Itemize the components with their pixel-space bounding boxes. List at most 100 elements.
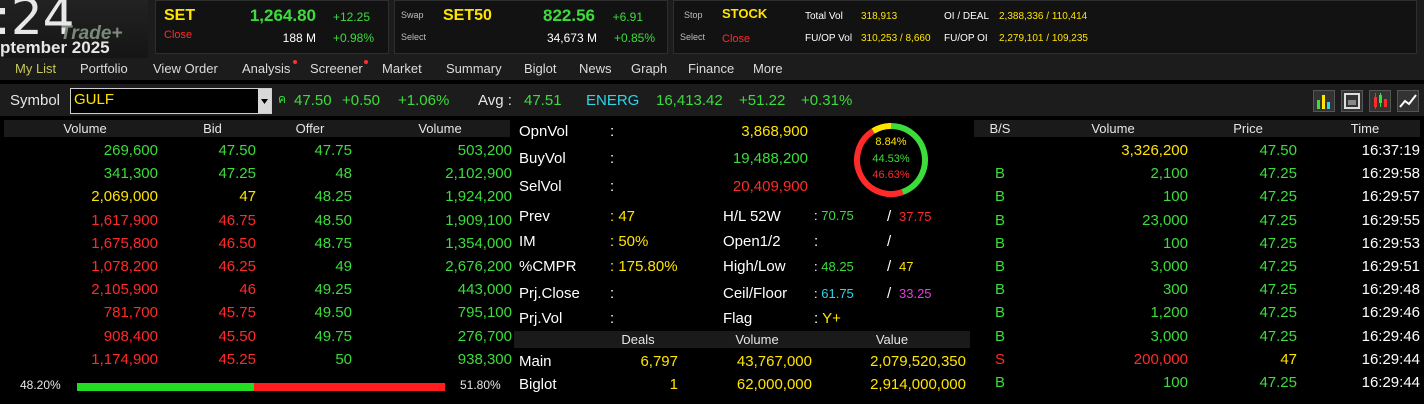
highlow-values: : 48.25 <box>814 259 854 274</box>
tick-side-cell: B <box>994 258 1005 275</box>
bid-volume-cell: 781,700 <box>103 304 158 321</box>
prev-value-row: : 47 <box>610 208 635 225</box>
app-logo: :24 Trade+ ptember 2025 <box>0 0 148 58</box>
menu-news[interactable]: News <box>579 61 612 76</box>
tick-price-cell: 47.25 <box>1259 188 1297 205</box>
menu-summary[interactable]: Summary <box>446 61 502 76</box>
bid-price-cell: 46.25 <box>218 258 256 275</box>
tick-volume-cell: 100 <box>1162 235 1188 252</box>
tick-price-cell: 47.25 <box>1259 258 1297 275</box>
prev-colon: : <box>610 208 615 225</box>
ceilfloor-slash: / <box>887 285 892 302</box>
screener-notification-dot <box>364 60 368 64</box>
tick-price-cell: 47.25 <box>1259 212 1297 229</box>
bid-price-cell: 46.50 <box>218 235 256 252</box>
menu-analysis[interactable]: Analysis <box>242 61 290 76</box>
stock-summary-box[interactable]: Stop Select STOCK Close Total Vol 318,91… <box>673 0 1417 54</box>
tick-time-cell: 16:29:46 <box>1361 304 1420 321</box>
ceilfloor-colon: : <box>814 286 818 301</box>
hl52-values: : 70.75 <box>814 208 854 223</box>
offer-volume-cell: 795,100 <box>457 304 512 321</box>
window-icon[interactable] <box>1341 90 1363 112</box>
tick-volume-cell: 3,000 <box>1150 328 1188 345</box>
tick-volume-cell: 100 <box>1162 374 1188 391</box>
symbol-input[interactable]: GULF <box>70 88 272 114</box>
chevron-down-icon[interactable] <box>258 89 271 113</box>
opnvol-value: 3,868,900 <box>741 123 808 140</box>
set-volume: 188 M <box>282 31 316 45</box>
offer-volume-cell: 503,200 <box>457 142 512 159</box>
set50-change: +6.91 <box>612 10 643 24</box>
bid-price-cell: 45.75 <box>218 304 256 321</box>
set50-index-value: 822.56 <box>543 6 595 25</box>
select-caption: Select <box>401 32 427 42</box>
menu-more[interactable]: More <box>753 61 783 76</box>
tick-price-cell: 47.25 <box>1259 281 1297 298</box>
buyvol-label: BuyVol <box>519 150 566 167</box>
menu-graph[interactable]: Graph <box>631 61 667 76</box>
tick-volume-cell: 3,000 <box>1150 258 1188 275</box>
offer-price-cell: 49.50 <box>314 304 352 321</box>
deals-volume-header: Volume <box>735 332 779 347</box>
menu-market[interactable]: Market <box>382 61 422 76</box>
sector-value: 16,413.42 <box>656 92 723 109</box>
selvol-colon: : <box>610 178 615 195</box>
tick-time-cell: 16:29:44 <box>1361 374 1420 391</box>
set50-index-box[interactable]: Swap Select SET50 822.56 34,673 M +6.91 … <box>394 0 668 54</box>
bid-volume-cell: 1,617,900 <box>91 212 158 229</box>
set-change: +12.25 <box>332 10 370 24</box>
selvol-value: 20,409,900 <box>732 178 808 195</box>
high-value: 48.25 <box>821 259 854 274</box>
main-deals-volume: 43,767,000 <box>736 353 812 370</box>
buyvol-value: 19,488,200 <box>732 150 808 167</box>
flag-values: : Y+ <box>814 310 841 327</box>
biglot-deals-value: 2,914,000,000 <box>870 376 966 393</box>
stock-name: STOCK <box>722 6 768 21</box>
menu-my-list[interactable]: My List <box>15 61 56 76</box>
market-date: ptember 2025 <box>0 38 110 57</box>
floor-value: 33.25 <box>899 286 932 301</box>
prjvol-label: Prj.Vol <box>519 310 563 327</box>
offer-volume-cell: 2,102,900 <box>445 165 512 182</box>
cmpr-value: 175.80% <box>618 258 678 275</box>
bs-header: B/S <box>989 121 1011 136</box>
offer-volume-cell: 1,909,100 <box>445 212 512 229</box>
tick-time-cell: 16:37:19 <box>1361 142 1420 159</box>
tick-volume-cell: 300 <box>1162 281 1188 298</box>
prev-value: 47 <box>618 208 636 225</box>
total-vol-value: 318,913 <box>861 11 898 22</box>
menu-biglot[interactable]: Biglot <box>524 61 557 76</box>
menu-view-order[interactable]: View Order <box>153 61 218 76</box>
menu-screener[interactable]: Screener <box>310 61 363 76</box>
set50-index-name: SET50 <box>443 7 492 24</box>
gauge-open-arc <box>871 123 892 134</box>
sector-name[interactable]: ENERG <box>586 92 639 109</box>
ceilfloor-values: : 61.75 <box>814 286 854 301</box>
set-index-box[interactable]: SET Close 1,264.80 188 M +12.25 +0.98% <box>155 0 389 54</box>
line-chart-icon[interactable] <box>1397 90 1419 112</box>
hl52-label: H/L 52W <box>723 208 781 225</box>
candlestick-icon[interactable] <box>1369 90 1391 112</box>
tick-time-header: Time <box>1350 121 1380 136</box>
deals-value-header: Value <box>875 332 909 347</box>
bid-price-cell: 47.50 <box>218 142 256 159</box>
tick-price-header: Price <box>1233 121 1263 136</box>
tick-volume-cell: 1,200 <box>1150 304 1188 321</box>
tick-side-cell: B <box>994 235 1005 252</box>
offer-header: Offer <box>295 121 325 136</box>
im-colon: : <box>610 233 615 250</box>
prjvol-colon: : <box>610 310 615 327</box>
menu-finance[interactable]: Finance <box>688 61 734 76</box>
bar-chart-icon[interactable] <box>1313 90 1335 112</box>
stock-status: Close <box>722 33 751 45</box>
im-value-row: : 50% <box>610 233 648 250</box>
tick-price-cell: 47.25 <box>1259 328 1297 345</box>
offer-volume-cell: 276,700 <box>457 328 512 345</box>
menu-portfolio[interactable]: Portfolio <box>80 61 128 76</box>
set50-percent: +0.85% <box>613 31 655 45</box>
bid-price-cell: 45.50 <box>218 328 256 345</box>
offer-volume-cell: 2,676,200 <box>445 258 512 275</box>
symbol-change: +0.50 <box>342 92 380 109</box>
symbol-last: 47.50 <box>294 92 332 109</box>
offer-percent: 51.80% <box>460 378 501 392</box>
